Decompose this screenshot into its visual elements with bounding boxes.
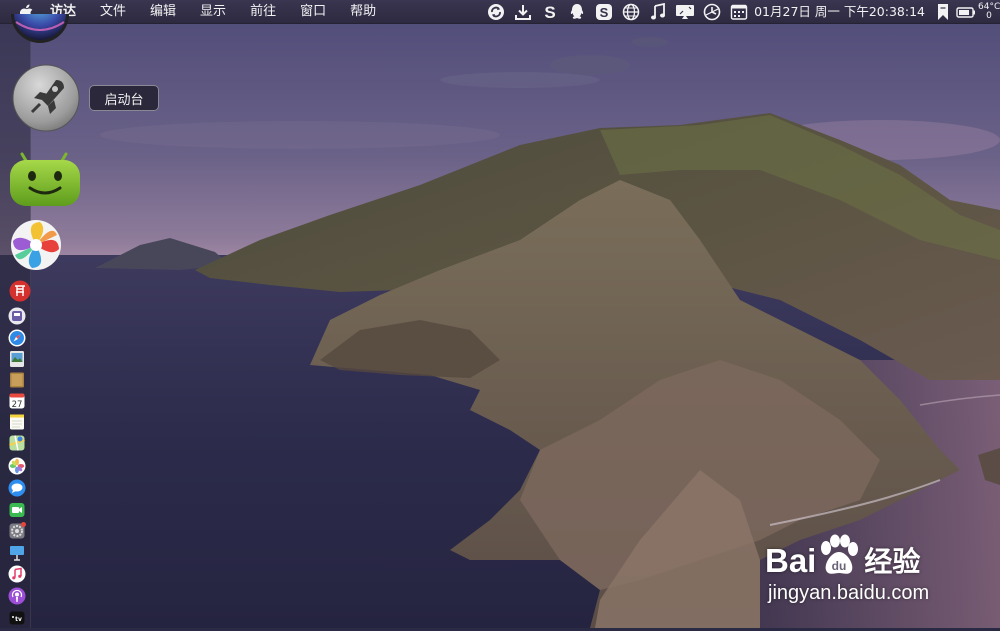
calendar-day-label: 27 (12, 400, 23, 410)
facetime-icon[interactable] (8, 501, 26, 519)
menu-edit[interactable]: 编辑 (138, 0, 188, 24)
launchpad-tooltip: 启动台 (89, 85, 159, 111)
menu-view[interactable]: 显示 (188, 0, 238, 24)
sync-icon[interactable] (482, 0, 509, 24)
watermark-product: 经验 (864, 545, 921, 578)
calendar-app-icon[interactable]: 27 (8, 392, 26, 410)
menu-go[interactable]: 前往 (238, 0, 288, 24)
qq-icon[interactable] (563, 0, 590, 24)
baidu-jingyan-watermark: Bai du 经验 jingyan.baidu.com (765, 520, 950, 610)
safari-icon[interactable] (8, 329, 26, 347)
s-app-icon[interactable]: S (536, 0, 563, 24)
watermark-brand: Bai (765, 542, 817, 579)
calendar-icon[interactable] (725, 0, 752, 24)
preview-icon[interactable] (8, 350, 26, 368)
clock-text[interactable]: 01月27日 周一 下午20:38:14 (752, 0, 929, 24)
menu-bar: 访达 文件 编辑 显示 前往 窗口 帮助 S S 01月27日 周一 下午20:… (0, 0, 1000, 24)
keynote-icon[interactable] (8, 544, 26, 562)
podcasts-icon[interactable] (8, 587, 26, 605)
battery-status[interactable]: 64°C 0 (956, 0, 1000, 24)
menu-file[interactable]: 文件 (88, 0, 138, 24)
photos-icon[interactable] (8, 457, 26, 475)
notes-icon[interactable] (8, 413, 26, 431)
watermark-url: jingyan.baidu.com (768, 582, 930, 604)
music-icon[interactable] (644, 0, 671, 24)
music-app-icon[interactable] (8, 565, 26, 583)
temperature-sub: 0 (986, 10, 992, 21)
siri-icon[interactable] (10, 14, 70, 44)
battery-icon (956, 6, 975, 18)
apple-tv-icon[interactable]: tv (8, 609, 26, 627)
baidu-paw-icon: du (821, 534, 859, 574)
android-icon[interactable] (8, 146, 82, 208)
download-icon[interactable] (509, 0, 536, 24)
red-app-icon[interactable] (9, 280, 31, 302)
menu-window[interactable]: 窗口 (288, 0, 338, 24)
disk-utility-icon[interactable] (8, 307, 26, 325)
globe-icon[interactable] (617, 0, 644, 24)
clock-icon[interactable] (698, 0, 725, 24)
display-icon[interactable] (671, 0, 698, 24)
temperature-readout: 64°C 0 (978, 2, 1000, 21)
system-preferences-icon[interactable] (8, 522, 26, 540)
s-box-icon[interactable]: S (590, 0, 617, 24)
apple-tv-label: tv (15, 616, 22, 623)
maps-icon[interactable] (8, 434, 26, 452)
menu-help[interactable]: 帮助 (338, 0, 388, 24)
svg-text:S: S (599, 5, 608, 20)
pinwheel-icon[interactable] (10, 219, 62, 271)
messages-icon[interactable] (8, 479, 26, 497)
svg-text:du: du (832, 559, 847, 573)
svg-text:S: S (544, 3, 555, 21)
bookmark-icon[interactable] (929, 0, 956, 24)
dock: 27 tv (0, 14, 80, 628)
launchpad-icon[interactable] (12, 64, 80, 132)
notes-brown-icon[interactable] (8, 371, 26, 389)
